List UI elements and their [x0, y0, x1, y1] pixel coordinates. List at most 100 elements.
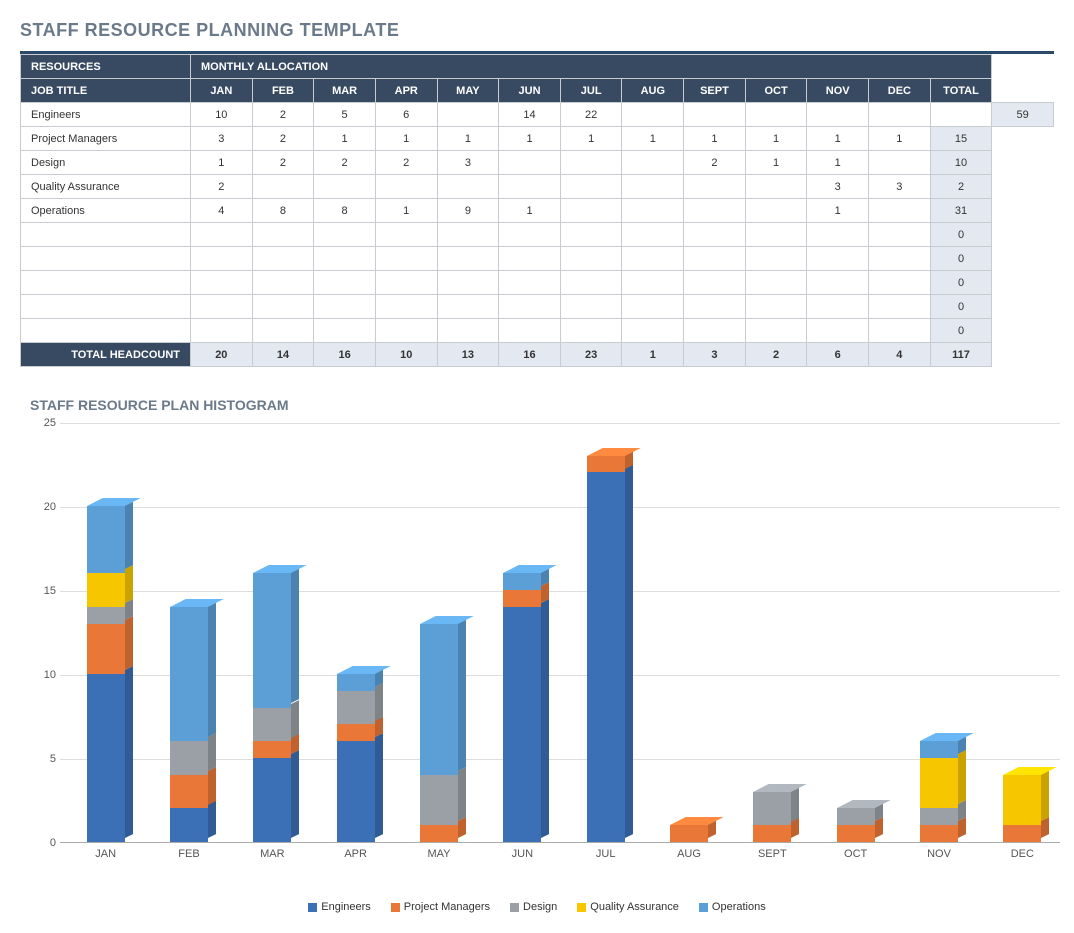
table-row: 0 [21, 223, 1054, 247]
data-cell [560, 151, 622, 175]
job-title-cell: Project Managers [21, 127, 191, 151]
bar-segment [920, 758, 958, 808]
legend-swatch [577, 903, 586, 912]
data-cell [252, 223, 314, 247]
month-header: OCT [745, 79, 807, 103]
row-total-cell: 10 [930, 151, 992, 175]
job-title-cell: Quality Assurance [21, 175, 191, 199]
data-cell [191, 223, 253, 247]
month-header: MAY [437, 79, 499, 103]
month-header: JAN [191, 79, 253, 103]
data-cell: 1 [560, 127, 622, 151]
data-cell [437, 271, 499, 295]
data-cell [375, 271, 437, 295]
data-cell: 3 [437, 151, 499, 175]
total-headcount-label: TOTAL HEADCOUNT [21, 343, 191, 367]
data-cell: 2 [252, 151, 314, 175]
y-tick: 5 [50, 753, 56, 765]
month-header: AUG [622, 79, 684, 103]
legend-item: Engineers [308, 901, 371, 913]
data-cell: 1 [807, 151, 869, 175]
row-total-cell: 2 [930, 175, 992, 199]
bar-segment [170, 808, 208, 842]
data-cell [869, 295, 931, 319]
month-header: MAR [314, 79, 376, 103]
data-cell: 1 [191, 151, 253, 175]
data-cell [560, 295, 622, 319]
bar-segment [503, 607, 541, 842]
data-cell: 22 [560, 103, 622, 127]
data-cell: 1 [499, 127, 561, 151]
data-cell [499, 295, 561, 319]
bar-segment [170, 607, 208, 741]
bar-segment [837, 825, 875, 842]
data-cell: 1 [869, 127, 931, 151]
data-cell: 9 [437, 199, 499, 223]
data-cell [622, 151, 684, 175]
data-cell [314, 271, 376, 295]
data-cell [560, 319, 622, 343]
table-row: Engineers10256142259 [21, 103, 1054, 127]
bar-segment [920, 825, 958, 842]
data-cell [437, 103, 499, 127]
data-cell [252, 247, 314, 271]
legend-label: Project Managers [404, 901, 490, 913]
data-cell [745, 271, 807, 295]
table-row: 0 [21, 295, 1054, 319]
data-cell [869, 223, 931, 247]
data-cell [684, 319, 746, 343]
data-cell [807, 271, 869, 295]
data-cell [375, 295, 437, 319]
table-row: 0 [21, 247, 1054, 271]
bar-segment [420, 825, 458, 842]
legend-item: Operations [699, 901, 766, 913]
data-cell [560, 199, 622, 223]
footer-cell: 16 [499, 343, 561, 367]
data-cell [869, 151, 931, 175]
chart-area: 0510152025 JANFEBMARAPRMAYJUNJULAUGSEPTO… [30, 423, 1060, 893]
data-cell: 2 [314, 151, 376, 175]
data-cell [191, 295, 253, 319]
legend-swatch [699, 903, 708, 912]
legend-swatch [308, 903, 317, 912]
data-cell: 1 [375, 127, 437, 151]
bar-segment [587, 456, 625, 473]
grid-line [60, 507, 1060, 508]
footer-cell: 1 [622, 343, 684, 367]
chart-legend: EngineersProject ManagersDesignQuality A… [20, 901, 1054, 913]
data-cell [437, 319, 499, 343]
data-cell [807, 295, 869, 319]
data-cell [807, 319, 869, 343]
data-cell: 2 [252, 103, 314, 127]
legend-label: Engineers [321, 901, 371, 913]
data-cell [684, 271, 746, 295]
x-tick: MAR [260, 848, 284, 860]
data-cell [375, 319, 437, 343]
data-cell [252, 295, 314, 319]
data-cell: 4 [191, 199, 253, 223]
data-cell: 1 [807, 127, 869, 151]
data-cell [745, 103, 807, 127]
data-cell [560, 175, 622, 199]
job-title-cell: Engineers [21, 103, 191, 127]
data-cell [191, 319, 253, 343]
data-cell [499, 151, 561, 175]
data-cell: 1 [745, 127, 807, 151]
row-total-cell: 31 [930, 199, 992, 223]
data-cell: 2 [684, 151, 746, 175]
bar-segment [253, 758, 291, 842]
data-cell: 1 [684, 127, 746, 151]
bar-segment [87, 624, 125, 674]
data-cell [622, 295, 684, 319]
data-cell [869, 103, 931, 127]
bar-segment [1003, 825, 1041, 842]
bar-segment [87, 506, 125, 573]
data-cell [684, 199, 746, 223]
data-cell [499, 319, 561, 343]
data-cell [745, 247, 807, 271]
footer-cell: 4 [869, 343, 931, 367]
data-cell [745, 199, 807, 223]
row-total-cell: 15 [930, 127, 992, 151]
footer-cell: 16 [314, 343, 376, 367]
data-cell: 8 [252, 199, 314, 223]
